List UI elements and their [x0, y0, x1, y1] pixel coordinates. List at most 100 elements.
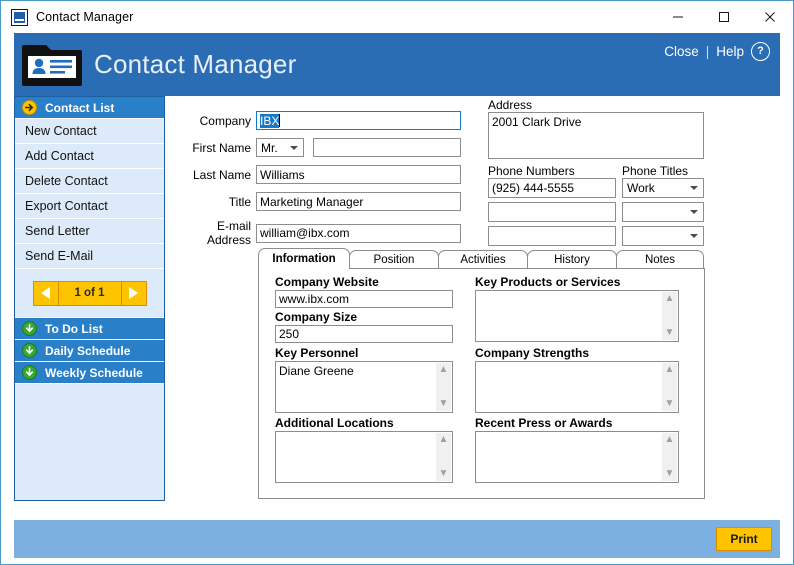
pager-next-button[interactable]: [121, 282, 146, 305]
link-separator: |: [706, 44, 710, 59]
company-value: IBX: [260, 114, 279, 128]
sidebar-item-delete-contact[interactable]: Delete Contact: [15, 169, 164, 194]
title-bar: Contact Manager: [1, 1, 793, 33]
sidebar-item-weekly-schedule[interactable]: Weekly Schedule: [15, 362, 164, 384]
tab-label: Position: [374, 254, 415, 266]
chevron-down-icon: [690, 186, 698, 190]
company-strengths-textarea[interactable]: ▲ ▼: [475, 361, 679, 413]
first-name-input[interactable]: [313, 138, 461, 157]
company-size-value: 250: [279, 327, 299, 341]
tab-label: History: [554, 254, 590, 266]
additional-locations-textarea[interactable]: ▲ ▼: [275, 431, 453, 483]
triangle-right-icon: [129, 287, 138, 299]
address-label: Address: [488, 98, 532, 112]
address-textarea[interactable]: 2001 Clark Drive: [488, 112, 704, 159]
contact-manager-window: Contact Manager: [0, 0, 794, 565]
footer-bar: Print: [14, 520, 780, 558]
close-icon[interactable]: [747, 1, 793, 33]
email-label: E-mail Address: [173, 219, 251, 247]
window-body: Contact List New Contact Add Contact Del…: [1, 96, 793, 514]
sidebar-item-label: Daily Schedule: [45, 344, 130, 358]
key-products-label: Key Products or Services: [475, 275, 620, 289]
recent-press-textarea[interactable]: ▲ ▼: [475, 431, 679, 483]
tab-notes[interactable]: Notes: [616, 250, 704, 269]
sidebar-item-label: Add Contact: [25, 149, 94, 163]
help-link[interactable]: Help: [716, 44, 744, 59]
key-personnel-label: Key Personnel: [275, 346, 358, 360]
sidebar-item-contact-list[interactable]: Contact List: [15, 97, 164, 119]
chevron-down-icon[interactable]: ▼: [665, 326, 675, 340]
chevron-up-icon[interactable]: ▲: [665, 363, 675, 377]
phone-number-input-3[interactable]: [488, 226, 616, 246]
sidebar-item-label: Send E-Mail: [25, 249, 93, 263]
tab-history[interactable]: History: [527, 250, 617, 269]
sidebar-item-label: To Do List: [45, 322, 103, 336]
chevron-up-icon[interactable]: ▲: [665, 292, 675, 306]
question-mark-icon[interactable]: ?: [751, 42, 770, 61]
scrollbar-vertical[interactable]: ▲ ▼: [436, 433, 451, 481]
phone-title-select-3[interactable]: [622, 226, 704, 246]
company-size-input[interactable]: 250: [275, 325, 453, 343]
tab-label: Notes: [645, 254, 675, 266]
last-name-label: Last Name: [173, 168, 251, 182]
sidebar-item-new-contact[interactable]: New Contact: [15, 119, 164, 144]
tab-position[interactable]: Position: [349, 250, 439, 269]
tab-activities[interactable]: Activities: [438, 250, 528, 269]
sidebar-item-add-contact[interactable]: Add Contact: [15, 144, 164, 169]
sidebar-item-send-letter[interactable]: Send Letter: [15, 219, 164, 244]
chevron-down-icon[interactable]: ▼: [665, 397, 675, 411]
sidebar-item-label: Weekly Schedule: [45, 366, 143, 380]
scrollbar-vertical[interactable]: ▲ ▼: [662, 433, 677, 481]
salutation-select[interactable]: Mr.: [256, 138, 304, 157]
minimize-icon[interactable]: [655, 1, 701, 33]
title-input[interactable]: Marketing Manager: [256, 192, 461, 211]
sidebar-item-send-email[interactable]: Send E-Mail: [15, 244, 164, 269]
email-input[interactable]: william@ibx.com: [256, 224, 461, 243]
chevron-up-icon[interactable]: ▲: [665, 433, 675, 447]
sidebar-item-export-contact[interactable]: Export Contact: [15, 194, 164, 219]
company-input[interactable]: IBX: [256, 111, 461, 130]
sidebar-item-label: Export Contact: [25, 199, 108, 213]
record-pager: 1 of 1: [15, 269, 164, 318]
chevron-down-icon[interactable]: ▼: [439, 397, 449, 411]
chevron-up-icon[interactable]: ▲: [439, 433, 449, 447]
company-strengths-label: Company Strengths: [475, 346, 589, 360]
title-value: Marketing Manager: [260, 195, 363, 209]
recent-press-label: Recent Press or Awards: [475, 416, 612, 430]
chevron-up-icon[interactable]: ▲: [439, 363, 449, 377]
scrollbar-vertical[interactable]: ▲ ▼: [436, 363, 451, 411]
salutation-value: Mr.: [261, 141, 278, 155]
phone-title-select-2[interactable]: [622, 202, 704, 222]
contact-card-folder-icon: [22, 41, 82, 88]
edit-document-icon: [11, 9, 28, 26]
first-name-label: First Name: [173, 141, 251, 155]
contact-form: Company IBX First Name Mr. Last Name: [173, 96, 785, 501]
sidebar-item-label: New Contact: [25, 124, 97, 138]
window-title: Contact Manager: [36, 10, 133, 24]
scrollbar-vertical[interactable]: ▲ ▼: [662, 292, 677, 340]
scrollbar-vertical[interactable]: ▲ ▼: [662, 363, 677, 411]
phone-number-input-2[interactable]: [488, 202, 616, 222]
phone-numbers-label: Phone Numbers: [488, 164, 575, 178]
company-size-label: Company Size: [275, 310, 357, 324]
phone-number-input-1[interactable]: (925) 444-5555: [488, 178, 616, 198]
print-button[interactable]: Print: [716, 527, 772, 551]
sidebar-item-daily-schedule[interactable]: Daily Schedule: [15, 340, 164, 362]
window-controls: [655, 1, 793, 33]
chevron-down-icon[interactable]: ▼: [439, 467, 449, 481]
sidebar-item-to-do-list[interactable]: To Do List: [15, 318, 164, 340]
key-products-textarea[interactable]: ▲ ▼: [475, 290, 679, 342]
company-label: Company: [173, 114, 251, 128]
chevron-down-icon[interactable]: ▼: [665, 467, 675, 481]
company-website-input[interactable]: www.ibx.com: [275, 290, 453, 308]
sidebar-item-label: Delete Contact: [25, 174, 108, 188]
pager-prev-button[interactable]: [34, 282, 59, 305]
sidebar-item-label: Send Letter: [25, 224, 90, 238]
close-link[interactable]: Close: [664, 44, 699, 59]
last-name-input[interactable]: Williams: [256, 165, 461, 184]
key-personnel-textarea[interactable]: Diane Greene ▲ ▼: [275, 361, 453, 413]
maximize-icon[interactable]: [701, 1, 747, 33]
phone-title-select-1[interactable]: Work: [622, 178, 704, 198]
tab-information[interactable]: Information: [258, 248, 350, 269]
sidebar-item-label: Contact List: [45, 101, 114, 115]
